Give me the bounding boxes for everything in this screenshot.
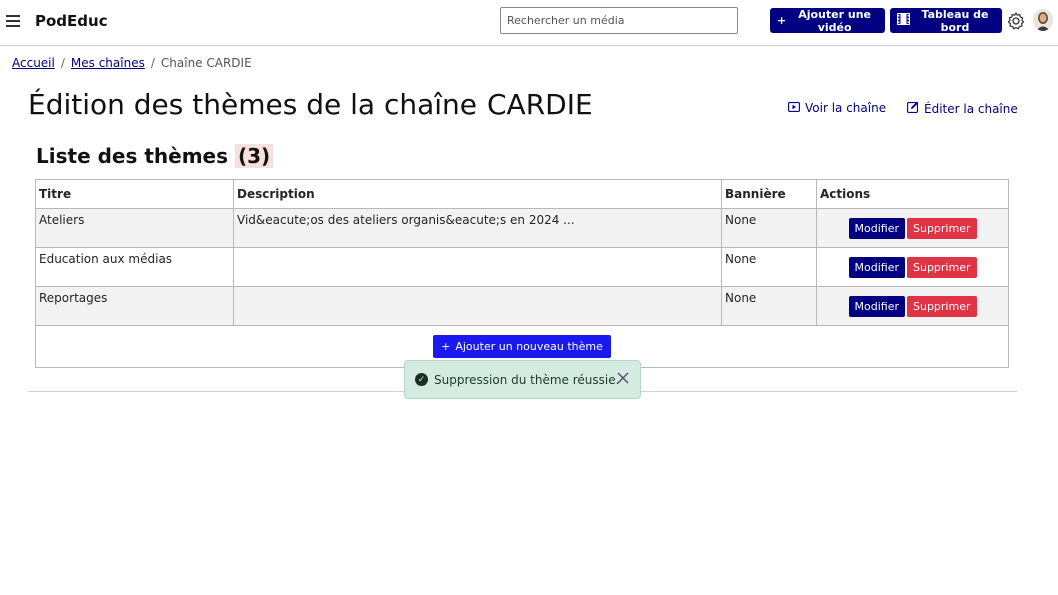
toast-message: Suppression du thème réussie. — [434, 372, 620, 387]
brand-logo[interactable]: PodEduc — [35, 12, 108, 30]
channel-name: CARDIE — [487, 88, 593, 121]
themes-section-label: Liste des thèmes — [36, 144, 229, 168]
themes-table: Titre Description Bannière Actions Ateli… — [35, 179, 1009, 368]
column-header-banner: Bannière — [721, 179, 817, 209]
theme-actions-cell: Modifier Supprimer — [816, 208, 1009, 248]
themes-count-badge: (3) — [234, 144, 274, 168]
theme-banner-cell: None — [721, 247, 817, 287]
success-toast: ✓ Suppression du thème réussie. — [404, 360, 641, 399]
table-row: Reportages None Modifier Supprimer — [35, 286, 1009, 326]
edit-channel-label: Éditer la chaîne — [924, 101, 1018, 116]
delete-theme-button[interactable]: Supprimer — [906, 295, 977, 317]
table-header-row: Titre Description Bannière Actions — [35, 179, 1009, 209]
check-circle-icon: ✓ — [415, 373, 428, 386]
view-channel-label: Voir la chaîne — [805, 101, 887, 115]
theme-title-cell: Ateliers — [35, 208, 234, 248]
dashboard-button[interactable]: Tableau de bord — [890, 7, 1002, 34]
page-title-text: Édition des thèmes de la chaîne — [28, 88, 477, 121]
theme-banner-cell: None — [721, 208, 817, 248]
table-row: Ateliers Vid&eacute;os des ateliers orga… — [35, 208, 1009, 248]
themes-section-title: Liste des thèmes (3) — [36, 144, 274, 168]
modify-theme-button[interactable]: Modifier — [848, 256, 905, 278]
view-channel-link[interactable]: Voir la chaîne — [788, 101, 886, 115]
theme-description-cell — [233, 286, 722, 326]
film-icon — [896, 12, 911, 28]
plus-icon: + — [777, 14, 787, 27]
add-video-label: Ajouter une vidéo — [798, 7, 871, 34]
modify-theme-button[interactable]: Modifier — [848, 217, 905, 239]
column-header-actions: Actions — [816, 179, 1009, 209]
theme-actions-cell: Modifier Supprimer — [816, 247, 1009, 287]
search-input[interactable] — [500, 7, 738, 34]
breadcrumb-separator: / — [60, 56, 65, 70]
menu-icon[interactable] — [6, 15, 20, 27]
column-header-title: Titre — [35, 179, 234, 209]
breadcrumb-current: Chaîne CARDIE — [160, 56, 252, 70]
theme-title-cell: Reportages — [35, 286, 234, 326]
modify-theme-button[interactable]: Modifier — [848, 295, 905, 317]
add-theme-button[interactable]: + Ajouter un nouveau thème — [433, 335, 611, 358]
add-theme-label: Ajouter un nouveau thème — [455, 340, 603, 353]
breadcrumb-separator: / — [150, 56, 155, 70]
theme-description-cell: Vid&eacute;os des ateliers organis&eacut… — [233, 208, 722, 248]
plus-icon: + — [441, 340, 451, 353]
page-title: Édition des thèmes de la chaîne CARDIE — [28, 88, 593, 121]
delete-theme-button[interactable]: Supprimer — [906, 256, 977, 278]
theme-description-cell — [233, 247, 722, 287]
breadcrumb-my-channels-link[interactable]: Mes chaînes — [71, 56, 145, 70]
breadcrumb: Accueil / Mes chaînes / Chaîne CARDIE — [12, 56, 252, 70]
avatar[interactable] — [1033, 9, 1053, 31]
theme-banner-cell: None — [721, 286, 817, 326]
breadcrumb-home-link[interactable]: Accueil — [12, 56, 55, 70]
column-header-description: Description — [233, 179, 722, 209]
theme-title-cell: Education aux médias — [35, 247, 234, 287]
edit-icon — [907, 101, 919, 116]
dashboard-label: Tableau de bord — [921, 7, 989, 34]
close-icon[interactable] — [616, 371, 630, 385]
add-video-button[interactable]: + Ajouter une vidéo — [770, 7, 885, 34]
delete-theme-button[interactable]: Supprimer — [906, 217, 977, 239]
edit-channel-link[interactable]: Éditer la chaîne — [907, 101, 1018, 116]
top-navbar: PodEduc + Ajouter une vidéo Tableau de b… — [0, 0, 1058, 46]
theme-actions-cell: Modifier Supprimer — [816, 286, 1009, 326]
table-row: Education aux médias None Modifier Suppri… — [35, 247, 1009, 287]
play-video-icon — [788, 101, 800, 115]
gear-icon[interactable] — [1006, 11, 1026, 31]
